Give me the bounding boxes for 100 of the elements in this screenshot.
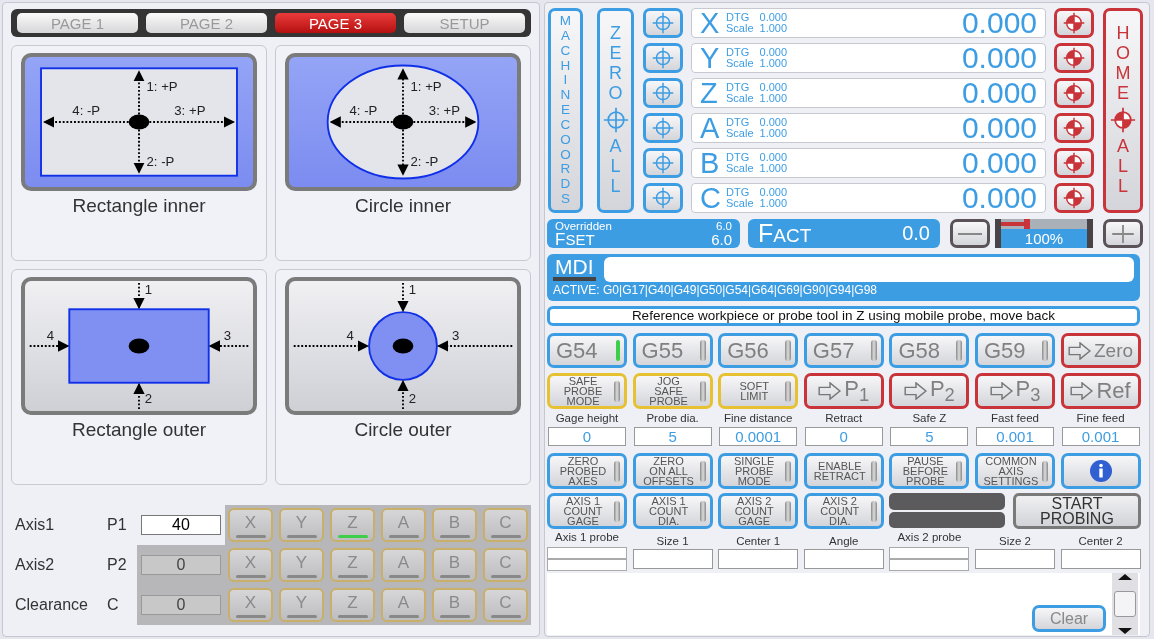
direction-label: 1: +P [146, 78, 178, 94]
probe-mode-button[interactable]: 1 4 3 2 [21, 277, 257, 415]
direction-label: 2 [144, 391, 152, 407]
result-field[interactable] [889, 547, 970, 559]
parameter-field[interactable]: 0 [548, 427, 626, 446]
home-all-button[interactable]: HOME ALL [1103, 8, 1143, 213]
home-axis-button[interactable] [1054, 183, 1094, 213]
goto-position-button[interactable]: P$_{3}$ [974, 373, 1055, 410]
direction-label: 3 [452, 328, 460, 344]
home-axis-button[interactable] [1054, 113, 1094, 143]
target-icon [1063, 82, 1085, 104]
work-offset-button[interactable]: G57 [803, 333, 884, 368]
option-toggle-button[interactable]: COMMON AXIS SETTINGS [974, 453, 1055, 489]
page-tab[interactable]: SETUP [404, 13, 525, 33]
zero-axis-button[interactable] [643, 78, 683, 108]
axis-select-button[interactable]: X [228, 508, 273, 542]
result-field[interactable] [974, 549, 1055, 569]
scale-label: Scale [726, 163, 754, 174]
result-field[interactable] [803, 549, 884, 569]
option-toggle-button[interactable]: PAUSE BEFORE PROBE [889, 453, 970, 489]
param-field[interactable]: 40 [141, 515, 221, 535]
result-field[interactable] [547, 547, 627, 559]
parameter-label: Retract [824, 412, 864, 425]
machine-coords-button[interactable]: MACHINE COORDS [548, 8, 583, 213]
scroll-up-icon[interactable] [1118, 574, 1132, 580]
arrow-icon [1068, 341, 1092, 360]
axis-select-button[interactable]: B [432, 508, 477, 542]
count-toggle-button[interactable]: AXIS 2 COUNT GAGE [718, 493, 799, 529]
probe-mode-button[interactable]: 1 4 3 2 [285, 277, 521, 415]
increase-button[interactable] [1103, 219, 1143, 248]
count-toggle-button[interactable]: AXIS 2 COUNT DIA. [803, 493, 884, 529]
count-toggle-button[interactable]: AXIS 1 COUNT DIA. [632, 493, 713, 529]
result-field[interactable] [1060, 549, 1141, 569]
zero-axis-button[interactable] [643, 43, 683, 73]
scroll-down-icon[interactable] [1118, 628, 1132, 634]
option-toggle-button[interactable]: ZERO ON ALL OFFSETS [632, 453, 713, 489]
parameter-field[interactable]: 5 [633, 427, 712, 446]
mode-label: Rectangle inner [72, 195, 206, 217]
work-offset-button[interactable]: G58 [889, 333, 970, 368]
goto-position-button[interactable]: Ref [1060, 373, 1141, 410]
dtg-value: 0.000 [759, 117, 788, 128]
parameter-field[interactable]: 5 [890, 427, 969, 446]
start-probing-button[interactable]: START PROBING [1013, 493, 1141, 529]
parameter-field[interactable]: 0.001 [1061, 427, 1140, 446]
zero-axis-button[interactable] [643, 183, 683, 213]
work-offset-button[interactable]: G55 [632, 333, 713, 368]
zero-axis-button[interactable] [643, 8, 683, 38]
page-tab[interactable]: PAGE 1 [17, 13, 138, 33]
crosshair-icon [652, 12, 674, 34]
scale-label: Scale [726, 58, 754, 69]
home-axis-button[interactable] [1054, 78, 1094, 108]
count-toggle-button[interactable]: AXIS 1 COUNT GAGE [547, 493, 627, 529]
axis-select-button[interactable]: C [483, 508, 528, 542]
result-field[interactable] [889, 559, 970, 571]
home-axis-button[interactable] [1054, 8, 1094, 38]
info-button[interactable] [1060, 453, 1141, 489]
zero-all-button[interactable]: ZERO ALL [597, 8, 634, 213]
clear-button[interactable]: Clear [1032, 605, 1106, 632]
axis-select-button[interactable]: Z [330, 508, 375, 542]
target-icon [1063, 47, 1085, 69]
scrollbar[interactable] [1112, 573, 1138, 635]
mode-toggle-button[interactable]: JOG SAFE PROBE [632, 373, 713, 410]
mode-toggle-button[interactable]: SOFT LIMIT [718, 373, 799, 410]
result-label: Axis 2 probe [896, 531, 963, 545]
goto-zero-button[interactable]: Zero [1060, 333, 1141, 368]
decrease-button[interactable] [950, 219, 990, 248]
goto-position-button[interactable]: P$_{1}$ [803, 373, 884, 410]
parameter-field[interactable]: 0.001 [975, 427, 1054, 446]
option-toggle-button[interactable]: ZERO PROBED AXES [547, 453, 627, 489]
axis-select-button[interactable]: A [381, 508, 426, 542]
work-offset-button[interactable]: G59 [974, 333, 1055, 368]
work-offset-button[interactable]: G54 [547, 333, 627, 368]
home-axis-button[interactable] [1054, 43, 1094, 73]
mode-toggle-button[interactable]: SAFE PROBE MODE [547, 373, 627, 410]
zero-axis-button[interactable] [643, 148, 683, 178]
probe-mode-button[interactable]: 1: +P 4: -P 3: +P 2: -P [21, 53, 257, 191]
mdi-input[interactable] [603, 257, 1134, 282]
axis-setting-label: Axis2 [14, 555, 56, 575]
page-tab[interactable]: PAGE 3 [275, 13, 396, 33]
axis-select-button[interactable]: Y [279, 508, 324, 542]
dtg-value: 0.000 [759, 187, 788, 198]
result-field[interactable] [718, 549, 799, 569]
axis-value: 0.000 [961, 181, 1037, 215]
work-offset-button[interactable]: G56 [718, 333, 799, 368]
parameter-field[interactable]: 0.0001 [719, 427, 798, 446]
option-toggle-button[interactable]: SINGLE PROBE MODE [718, 453, 799, 489]
slider-thumb[interactable] [1023, 219, 1030, 229]
result-field[interactable] [632, 549, 713, 569]
page-tab[interactable]: PAGE 2 [146, 13, 267, 33]
dtg-label: DTG [726, 117, 751, 128]
scale-label: Scale [726, 23, 754, 34]
parameter-field[interactable]: 0 [804, 427, 883, 446]
slider-track[interactable] [1001, 219, 1087, 229]
option-toggle-button[interactable]: ENABLE RETRACT [803, 453, 884, 489]
goto-position-button[interactable]: P$_{2}$ [889, 373, 970, 410]
zero-axis-button[interactable] [643, 113, 683, 143]
probe-mode-button[interactable]: 1: +P 4: -P 3: +P 2: -P [285, 53, 521, 191]
mdi-label: MDI [553, 257, 596, 281]
home-axis-button[interactable] [1054, 148, 1094, 178]
result-field[interactable] [547, 559, 627, 571]
